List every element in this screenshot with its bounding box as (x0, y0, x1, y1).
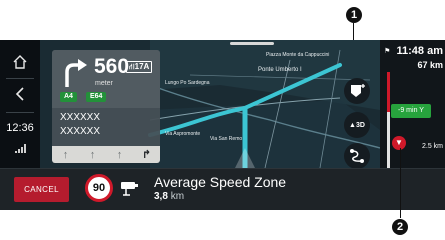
alert-distance: 3,8 km (154, 191, 185, 202)
fork-icon: Y (419, 107, 424, 114)
route-clear-bar (387, 112, 390, 168)
bottom-gap (0, 168, 445, 169)
home-button[interactable] (0, 48, 40, 76)
speed-limit-sign: 90 (85, 174, 113, 202)
turn-guidance-panel[interactable]: 560 meter ⛙17A A4 E64 XXXXXX XXXXXX ↑ ↑ … (52, 50, 160, 163)
lane-arrow-icon: ↑ (89, 148, 96, 161)
remaining-distance: 67 km (417, 60, 443, 70)
speed-camera-icon (121, 182, 138, 196)
map-label: Ponte Umberto I (258, 67, 302, 73)
chevron-left-icon (15, 87, 24, 101)
callout-2: 2 (392, 219, 408, 235)
route-options-button[interactable] (344, 143, 370, 169)
sidebar-clock: 12:36 (6, 122, 34, 134)
top-drag-handle[interactable] (230, 42, 274, 45)
exit-road-code: ⛙17A (126, 61, 153, 73)
map-label: Via San Remo (210, 136, 243, 142)
3d-view-icon: ▲ (349, 121, 356, 129)
turn-right-arrow-icon (65, 59, 87, 87)
signal-strength-icon (15, 144, 27, 153)
home-icon (13, 55, 27, 69)
add-stop-icon (351, 84, 365, 97)
callout-2-line (400, 148, 401, 218)
lane-arrow-icon: ↑ (62, 148, 69, 161)
flag-icon: ⚑ (384, 48, 391, 55)
road-badge: E64 (86, 92, 107, 102)
map-label: Lungo Po Sardegna (165, 80, 210, 86)
alert-title: Average Speed Zone (154, 174, 287, 190)
cancel-button[interactable]: CANCEL (14, 177, 69, 202)
back-button[interactable] (0, 80, 40, 108)
map-label: Piazza Monte da Cappuccini (266, 52, 330, 58)
lane-arrow-icon: ↑ (116, 148, 123, 161)
street-name: XXXXXX (60, 112, 101, 123)
sidebar-divider (6, 112, 34, 113)
callout-1: 1 (346, 7, 362, 23)
faster-route-badge[interactable]: -9 min Y (391, 104, 431, 118)
lane-guidance: ↑ ↑ ↑ ↱ (52, 146, 160, 163)
sidebar-divider (6, 78, 34, 79)
3d-view-button[interactable]: ▲ 3D (344, 112, 370, 138)
road-badge: A4 (60, 92, 77, 102)
lane-arrow-icon: ↱ (141, 149, 152, 161)
street-name: XXXXXX (60, 126, 101, 137)
arrival-time: 11:48 am (396, 45, 443, 57)
map-label: Via Aspromonte (165, 131, 201, 137)
next-event-distance: 2.5 km (421, 143, 443, 150)
turn-distance-unit: meter (95, 80, 113, 87)
add-stop-button[interactable] (344, 78, 370, 104)
route-options-icon (350, 149, 364, 163)
turn-distance: 560 (94, 55, 130, 78)
route-traffic-bar (387, 72, 390, 112)
speed-camera-marker-icon: ▼ (395, 138, 403, 147)
route-event-marker[interactable]: ▼ (392, 136, 406, 150)
